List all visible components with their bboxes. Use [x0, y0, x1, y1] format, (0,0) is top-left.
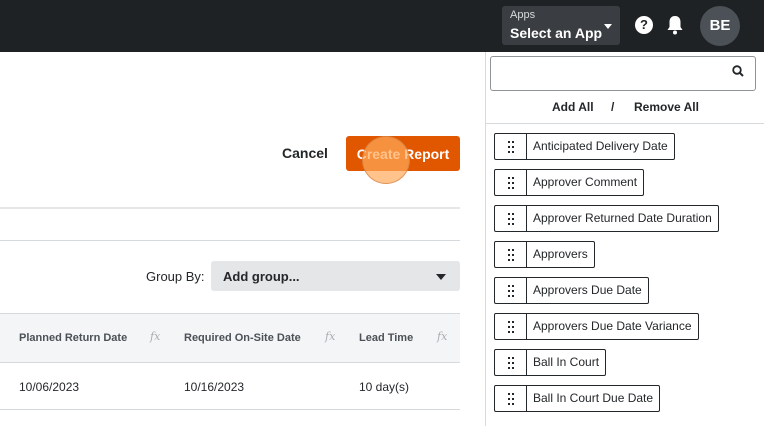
add-all-link[interactable]: Add All — [552, 100, 594, 114]
caret-down-icon — [604, 24, 612, 29]
column-header-required-on-site-date[interactable]: Required On-Site Date — [184, 332, 301, 344]
group-by-value: Add group... — [223, 269, 300, 284]
group-by-label: Group By: — [146, 269, 205, 284]
field-search-input[interactable] — [490, 56, 756, 91]
divider — [0, 240, 460, 241]
table-header: Planned Return Date fx Required On-Site … — [0, 313, 460, 363]
drag-handle-icon[interactable] — [495, 386, 527, 411]
table-cell: 10/16/2023 — [184, 380, 245, 394]
divider — [486, 123, 764, 124]
table-cell: 10 day(s) — [359, 380, 410, 394]
formula-icon[interactable]: fx — [325, 330, 335, 343]
drag-handle-icon[interactable] — [495, 350, 527, 375]
table-cell: 10/06/2023 — [19, 380, 80, 394]
field-chip[interactable]: Approvers Due Date — [494, 277, 649, 304]
drag-handle-icon[interactable] — [495, 170, 527, 195]
drag-handle-icon[interactable] — [495, 134, 527, 159]
field-chip-label: Approver Returned Date Duration — [533, 211, 712, 225]
app-selector-value: Select an App — [510, 25, 603, 41]
click-indicator — [362, 136, 410, 184]
top-bar: Apps Select an App ? BE — [0, 0, 764, 52]
group-by-select[interactable]: Add group... — [211, 261, 460, 291]
field-chip-label: Approvers — [533, 247, 588, 261]
column-header-planned-return-date[interactable]: Planned Return Date — [19, 332, 127, 344]
field-chip[interactable]: Approvers — [494, 241, 595, 268]
avatar[interactable]: BE — [700, 6, 740, 46]
field-chip[interactable]: Ball In Court — [494, 349, 607, 376]
field-chip[interactable]: Ball In Court Due Date — [494, 385, 661, 412]
cancel-button[interactable]: Cancel — [282, 145, 328, 161]
formula-icon[interactable]: fx — [150, 330, 160, 343]
help-icon[interactable]: ? — [635, 16, 653, 34]
field-chip-label: Anticipated Delivery Date — [533, 139, 668, 153]
app-selector[interactable]: Apps Select an App — [502, 6, 620, 45]
drag-handle-icon[interactable] — [495, 278, 527, 303]
app-selector-label: Apps — [510, 9, 536, 21]
divider — [0, 409, 460, 410]
divider — [0, 207, 460, 209]
bell-icon[interactable] — [666, 15, 684, 35]
field-chip-label: Approvers Due Date — [533, 283, 642, 297]
field-chip-label: Ball In Court — [533, 355, 600, 369]
field-chip-label: Ball In Court Due Date — [533, 391, 654, 405]
formula-icon[interactable]: fx — [437, 330, 447, 343]
caret-down-icon — [436, 274, 446, 280]
field-chip-label: Approvers Due Date Variance — [533, 319, 692, 333]
drag-handle-icon[interactable] — [495, 314, 527, 339]
search-icon[interactable] — [732, 65, 744, 77]
drag-handle-icon[interactable] — [495, 206, 527, 231]
field-chip[interactable]: Approver Comment — [494, 169, 645, 196]
columns-panel: Add All / Remove All Anticipated Deliver… — [485, 52, 764, 426]
field-chip[interactable]: Approver Returned Date Duration — [494, 205, 719, 232]
remove-all-link[interactable]: Remove All — [634, 100, 699, 114]
separator: / — [611, 100, 615, 114]
drag-handle-icon[interactable] — [495, 242, 527, 267]
field-chip[interactable]: Anticipated Delivery Date — [494, 133, 675, 160]
report-builder-main: Cancel Create Report Group By: Add group… — [0, 52, 486, 426]
field-chip[interactable]: Approvers Due Date Variance — [494, 313, 699, 340]
column-header-lead-time[interactable]: Lead Time — [359, 332, 413, 344]
field-chip-label: Approver Comment — [533, 175, 638, 189]
